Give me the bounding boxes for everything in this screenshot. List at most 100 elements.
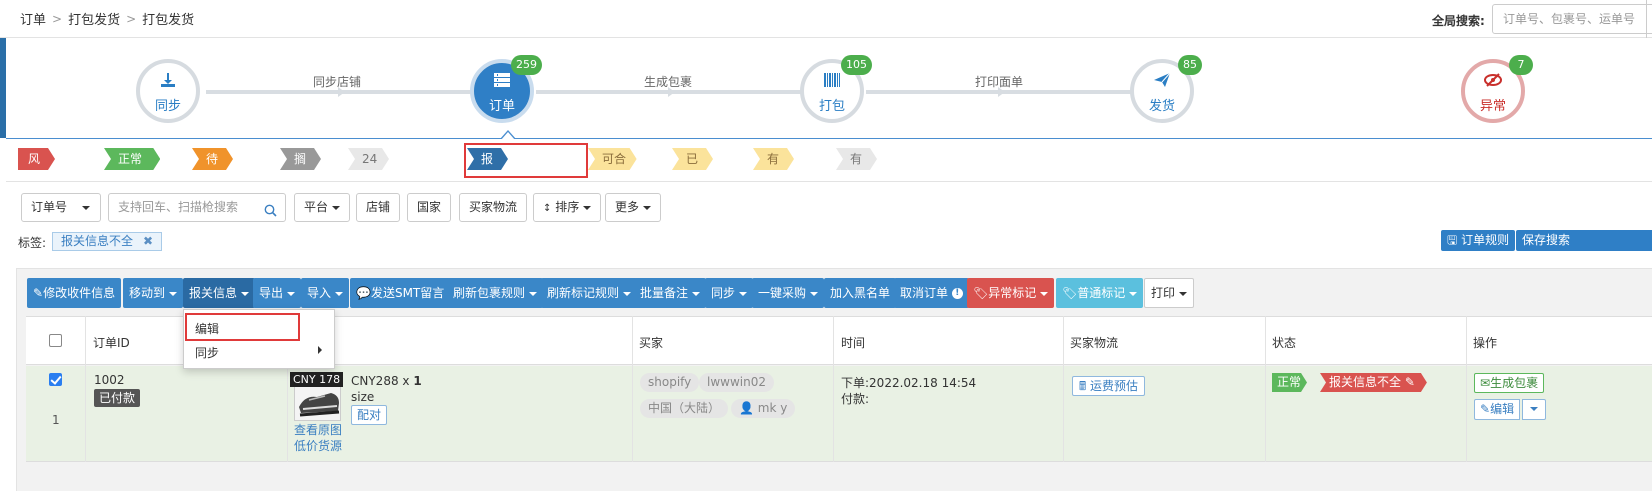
- tag-mergeable[interactable]: 可合并 (97): [588, 148, 637, 170]
- save-search-button[interactable]: 保存搜索: [1516, 230, 1652, 251]
- step-link-sync-shop[interactable]: 同步店铺: [313, 73, 361, 90]
- step-exception[interactable]: 7 异常: [1461, 55, 1533, 123]
- download-icon: [140, 72, 196, 91]
- chevron-down-icon: [529, 291, 538, 296]
- print-button[interactable]: 打印: [1144, 278, 1195, 308]
- tag-has-message[interactable]: 有留言 (1): [753, 148, 794, 170]
- import-button[interactable]: 导入: [301, 278, 350, 308]
- step-orders[interactable]: 259 订单: [470, 55, 542, 123]
- generate-package-button[interactable]: ✉生成包裹: [1474, 373, 1545, 393]
- edit-button[interactable]: ✎编辑: [1474, 399, 1521, 420]
- sync-button[interactable]: 同步: [705, 278, 754, 308]
- save-icon: 🖫: [1447, 233, 1458, 247]
- platform-filter-button[interactable]: 平台: [294, 193, 351, 222]
- step-link-print-label[interactable]: 打印面单: [975, 73, 1023, 90]
- button-label: 一键采购: [758, 286, 807, 300]
- export-button[interactable]: 导出: [253, 278, 302, 308]
- row-index: 1: [52, 413, 60, 427]
- view-image-link[interactable]: 查看原图: [294, 421, 342, 438]
- button-label: 取消订单: [900, 286, 949, 300]
- tag-risk-control[interactable]: 风控中 (0): [18, 148, 55, 170]
- column-header-status: 状态: [1272, 336, 1297, 350]
- sort-button[interactable]: ↕ 排序: [533, 193, 602, 222]
- column-divider: [1466, 316, 1467, 462]
- search-icon[interactable]: [264, 200, 277, 227]
- refresh-mark-rule-button[interactable]: 刷新标记规则: [541, 278, 638, 308]
- order-type-select[interactable]: 订单号: [21, 193, 101, 222]
- button-label: 运费预估: [1090, 379, 1139, 393]
- buyer-pill: 👤 mk y: [731, 399, 796, 418]
- filter-label: 排序: [555, 200, 580, 214]
- low-price-source-link[interactable]: 低价货源: [294, 437, 342, 454]
- step-pack[interactable]: 105 打包: [800, 55, 872, 123]
- info-icon: !: [951, 288, 963, 299]
- filter-label: 更多: [615, 200, 640, 214]
- step-ship[interactable]: 85 发货: [1130, 55, 1202, 123]
- customs-info-button[interactable]: 报关信息: [183, 278, 256, 308]
- chevron-down-icon: [287, 291, 296, 296]
- close-icon[interactable]: ✖: [143, 234, 153, 248]
- pay-time: 付款:: [841, 392, 870, 406]
- step-sync[interactable]: 同步: [136, 59, 200, 123]
- button-label: 批量备注: [640, 286, 689, 300]
- breadcrumb-item[interactable]: 订单: [20, 9, 46, 28]
- edit-recipient-button[interactable]: ✎修改收件信息: [27, 278, 122, 308]
- button-label: 修改收件信息: [43, 286, 116, 300]
- more-filter-button[interactable]: 更多: [605, 193, 662, 222]
- shipping-fee-estimate-button[interactable]: 🖩 运费预估: [1072, 376, 1146, 396]
- status-text: 报关信息不全: [1329, 375, 1402, 389]
- global-search-input[interactable]: 订单号、包裹号、运单号: [1492, 4, 1652, 34]
- exception-mark-button[interactable]: 🏷异常标记: [967, 278, 1055, 308]
- normal-mark-button[interactable]: 🏷普通标记: [1056, 278, 1144, 308]
- country-pill: 中国（大陆）: [640, 399, 729, 418]
- order-id[interactable]: 1002: [94, 373, 125, 387]
- order-search-input[interactable]: 支持回车、扫描枪搜索: [108, 193, 286, 222]
- order-rule-button[interactable]: 🖫 订单规则: [1441, 230, 1516, 251]
- row-checkbox[interactable]: [49, 373, 62, 386]
- select-all-checkbox[interactable]: [49, 334, 62, 347]
- refresh-package-rule-button[interactable]: 刷新包裹规则: [447, 278, 544, 308]
- column-header-actions: 操作: [1473, 336, 1498, 350]
- button-label: 订单规则: [1461, 233, 1510, 247]
- breadcrumb-separator: >: [52, 11, 63, 26]
- tag-merged[interactable]: 已合并 (9): [672, 148, 713, 170]
- highlight-box: [464, 143, 588, 178]
- button-label: 打印: [1151, 286, 1176, 300]
- country-filter-button[interactable]: 国家: [407, 193, 452, 222]
- send-icon: [1134, 72, 1190, 91]
- shop-filter-button[interactable]: 店铺: [356, 193, 401, 222]
- step-label: 订单: [488, 99, 515, 114]
- platform-pill: shopify: [640, 373, 700, 392]
- cancel-order-button[interactable]: 取消订单 !: [894, 278, 969, 308]
- select-value: 订单号: [31, 200, 68, 214]
- buyer-logistics-filter-button[interactable]: 买家物流: [459, 193, 528, 222]
- tag-24h-pending[interactable]: 24小时待发货 (0): [348, 148, 389, 170]
- tag-on-hold[interactable]: 搁置 (1): [280, 148, 321, 170]
- column-divider: [1265, 316, 1266, 462]
- column-divider: [1063, 316, 1064, 462]
- tag-has-site-message[interactable]: 有站内信 (0): [836, 148, 877, 170]
- add-blacklist-button[interactable]: 加入黑名单: [824, 278, 897, 308]
- chevron-down-icon: [1129, 291, 1138, 296]
- edit-icon: ✎: [1404, 375, 1415, 389]
- breadcrumb-item[interactable]: 打包发货: [68, 9, 120, 28]
- button-label: 保存搜索: [1522, 233, 1571, 247]
- eye-slash-icon: [1465, 72, 1521, 91]
- edit-icon: ✎: [1480, 402, 1491, 416]
- move-to-button[interactable]: 移动到: [123, 278, 184, 308]
- tag-normal[interactable]: 正常 (258): [104, 148, 160, 170]
- one-click-purchase-button[interactable]: 一键采购: [752, 278, 825, 308]
- edit-dropdown-toggle[interactable]: [1522, 399, 1546, 420]
- status-badge-customs-incomplete[interactable]: 报关信息不全 ✎: [1320, 373, 1427, 392]
- tag-pending-confirm[interactable]: 待确认 (1): [192, 148, 233, 170]
- chevron-down-icon: [82, 206, 90, 210]
- chevron-down-icon: [583, 205, 592, 210]
- menu-item-sync[interactable]: 同步: [195, 344, 219, 361]
- step-link-generate-package[interactable]: 生成包裹: [644, 73, 692, 90]
- user-icon: 👤: [739, 401, 754, 415]
- order-time: 下单:2022.02.18 14:54: [841, 376, 977, 390]
- send-smt-message-button[interactable]: 💬发送SMT留言: [350, 278, 451, 308]
- pair-button[interactable]: 配对: [351, 405, 388, 425]
- batch-remark-button[interactable]: 批量备注: [634, 278, 707, 308]
- shop-pill: lwwwin02: [699, 373, 774, 392]
